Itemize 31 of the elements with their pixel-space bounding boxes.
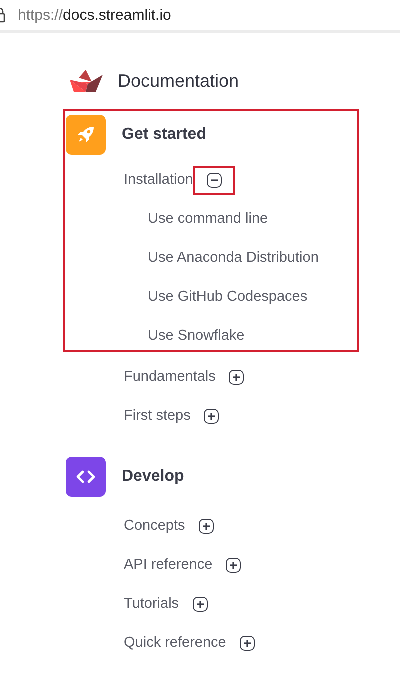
plus-icon [207,412,216,420]
plus-icon [242,638,252,648]
nav-link[interactable]: First steps [124,408,191,424]
nav-link[interactable]: Use command line [148,211,268,227]
nav-link[interactable]: API reference [124,557,213,573]
expand-button[interactable] [198,518,214,534]
nav-link[interactable]: Fundamentals [124,369,216,385]
section-title: Develop [122,468,184,486]
nav-link[interactable]: Use Snowflake [148,328,245,344]
expand-button[interactable] [240,636,255,650]
site-title: Documentation [118,70,240,92]
plus-icon [229,560,238,570]
url-text[interactable]: https://docs.streamlit.io [18,6,172,24]
code-icon [76,470,96,484]
section-title: Get started [122,126,206,144]
nav-link[interactable]: Use GitHub Codespaces [148,289,308,305]
expand-button[interactable] [226,558,242,572]
plus-icon [196,600,205,608]
rocket-icon [76,125,96,145]
expand-button[interactable] [204,408,220,424]
plus-icon [202,522,211,530]
boat-logo-icon [70,70,103,92]
expand-button[interactable] [229,370,244,384]
nav-link[interactable]: Quick reference [124,635,226,651]
nav-link[interactable]: Use Anaconda Distribution [148,250,319,266]
nav-link[interactable]: Concepts [124,518,186,534]
collapse-button[interactable] [206,172,222,188]
nav-link[interactable]: Tutorials [124,596,180,612]
plus-icon [232,372,242,382]
nav-link[interactable]: Installation [124,172,194,188]
expand-button[interactable] [192,596,208,612]
